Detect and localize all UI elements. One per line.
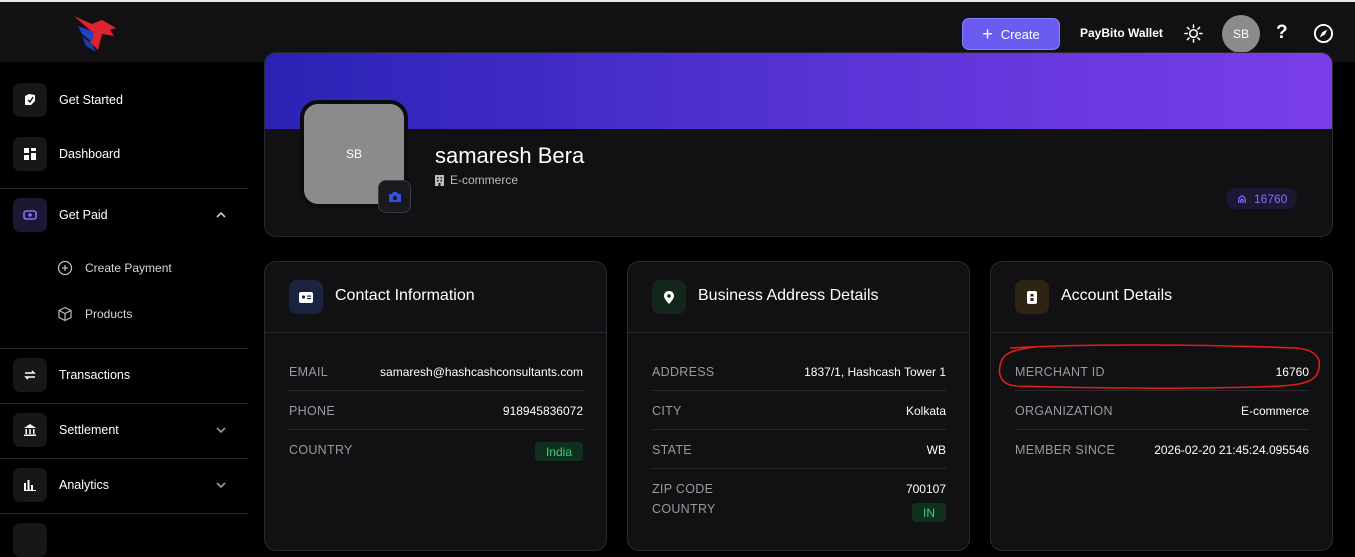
sidebar-item-label: Analytics — [59, 478, 110, 492]
profile-organization: E-commerce — [435, 173, 518, 187]
row-value: 700107 — [905, 482, 946, 496]
info-row-state: STATE WB — [652, 430, 946, 469]
sidebar-next-item-icon[interactable] — [13, 523, 47, 557]
merchant-id-badge: 16760 — [1226, 188, 1298, 209]
sidebar-item-transactions[interactable]: Transactions — [0, 352, 248, 398]
info-row-address: ADDRESS 1837/1, Hashcash Tower 1 — [652, 352, 946, 391]
profile-name: samaresh Bera — [435, 143, 585, 168]
sidebar-item-label: Get Started — [59, 93, 123, 107]
info-row-zip: ZIP CODE 700107 — [652, 469, 946, 496]
sidebar-divider — [0, 403, 248, 404]
row-key: STATE — [652, 443, 692, 457]
row-key: ADDRESS — [652, 365, 715, 379]
transfer-icon — [13, 358, 47, 392]
row-key: PHONE — [289, 404, 335, 418]
card-title: Account Details — [1061, 287, 1173, 304]
card-header: Contact Information — [265, 262, 606, 333]
row-key: ZIP CODE — [652, 482, 714, 496]
sidebar-item-dashboard[interactable]: Dashboard — [0, 131, 248, 177]
plus-icon: + — [982, 24, 993, 44]
row-key: COUNTRY — [652, 502, 716, 516]
main-content: SB samaresh Bera E-commerce 16760 Contac… — [248, 52, 1355, 551]
sidebar-item-settlement[interactable]: Settlement — [0, 407, 248, 453]
create-button[interactable]: + Create — [962, 18, 1060, 50]
sidebar-subitem-products[interactable]: Products — [0, 299, 248, 329]
row-value: samaresh@hashcashconsultants.com — [380, 365, 583, 379]
business-address-card: Business Address Details ADDRESS 1837/1,… — [627, 261, 970, 551]
compass-icon[interactable] — [1313, 23, 1334, 44]
profile-organization-label: E-commerce — [450, 173, 519, 187]
chevron-down-icon[interactable] — [215, 424, 227, 436]
row-value: 918945836072 — [502, 404, 583, 418]
chart-icon — [13, 468, 47, 502]
eagle-logo-icon[interactable] — [72, 12, 120, 54]
info-row-merchant-id: MERCHANT ID 16760 — [1015, 352, 1309, 391]
row-key: ORGANIZATION — [1015, 404, 1113, 418]
card-header: Business Address Details — [628, 262, 969, 333]
location-pin-icon — [652, 280, 686, 314]
sidebar-item-get-started[interactable]: Get Started — [0, 77, 248, 123]
row-key: MERCHANT ID — [1015, 365, 1105, 379]
info-row-country: COUNTRY IN — [652, 495, 946, 534]
row-value: 1837/1, Hashcash Tower 1 — [804, 365, 946, 379]
sidebar-item-label: Settlement — [59, 423, 119, 437]
row-value: Kolkata — [905, 404, 946, 418]
badge-icon — [1015, 280, 1049, 314]
theme-toggle-icon[interactable] — [1184, 24, 1203, 43]
paybito-wallet-link[interactable]: PayBito Wallet — [1080, 26, 1163, 40]
country-badge: India — [534, 442, 583, 461]
info-row-organization: ORGANIZATION E-commerce — [1015, 391, 1309, 430]
row-value: WB — [926, 443, 946, 457]
info-row-phone: PHONE 918945836072 — [289, 391, 583, 430]
sidebar-divider — [0, 513, 248, 514]
row-value: 16760 — [1275, 365, 1309, 379]
card-header: Account Details — [991, 262, 1332, 333]
row-key: EMAIL — [289, 365, 329, 379]
merchant-id-badge-value: 16760 — [1254, 191, 1288, 206]
user-avatar[interactable]: SB — [1222, 15, 1260, 53]
chevron-down-icon[interactable] — [215, 479, 227, 491]
info-row-email: EMAIL samaresh@hashcashconsultants.com — [289, 352, 583, 391]
bank-icon — [13, 413, 47, 447]
country-badge: IN — [912, 503, 946, 522]
row-key: MEMBER SINCE — [1015, 443, 1116, 457]
sidebar-item-label: Transactions — [59, 368, 131, 382]
rocket-icon — [13, 83, 47, 117]
sidebar-subitem-create-payment[interactable]: Create Payment — [0, 253, 248, 283]
sidebar-divider — [0, 188, 248, 189]
sidebar-divider — [0, 348, 248, 349]
box-icon — [58, 306, 72, 322]
sidebar: Get Started Dashboard Get Paid Create Pa… — [0, 62, 248, 557]
help-icon[interactable]: ? — [1276, 22, 1288, 44]
wallet-icon — [13, 198, 47, 232]
card-title: Contact Information — [335, 287, 475, 304]
id-card-icon — [289, 280, 323, 314]
card-title: Business Address Details — [698, 287, 879, 304]
profile-card: SB samaresh Bera E-commerce 16760 — [264, 52, 1333, 237]
profile-banner — [265, 53, 1332, 129]
info-row-city: CITY Kolkata — [652, 391, 946, 430]
fingerprint-icon — [1238, 194, 1246, 203]
dashboard-icon — [13, 137, 47, 171]
chevron-up-icon[interactable] — [215, 209, 227, 221]
sidebar-item-label: Dashboard — [59, 147, 121, 161]
camera-icon[interactable] — [378, 180, 411, 213]
account-details-card: Account Details MERCHANT ID 16760 ORGANI… — [990, 261, 1333, 551]
row-value: 2026-02-20 21:45:24.095546 — [1154, 443, 1309, 457]
sidebar-divider — [0, 458, 248, 459]
sidebar-item-get-paid[interactable]: Get Paid — [0, 192, 248, 238]
sidebar-subitem-label: Create Payment — [85, 261, 172, 275]
building-icon — [435, 174, 444, 186]
info-row-country: COUNTRY India — [289, 430, 583, 469]
contact-information-card: Contact Information EMAIL samaresh@hashc… — [264, 261, 607, 551]
sidebar-item-label: Get Paid — [59, 208, 108, 222]
row-key: CITY — [652, 404, 682, 418]
plus-circle-icon — [57, 260, 73, 276]
info-row-member-since: MEMBER SINCE 2026-02-20 21:45:24.095546 — [1015, 430, 1309, 469]
create-button-label: Create — [1000, 26, 1040, 42]
row-value: E-commerce — [1240, 404, 1309, 418]
row-key: COUNTRY — [289, 443, 353, 457]
sidebar-subitem-label: Products — [85, 307, 133, 321]
sidebar-item-analytics[interactable]: Analytics — [0, 462, 248, 508]
